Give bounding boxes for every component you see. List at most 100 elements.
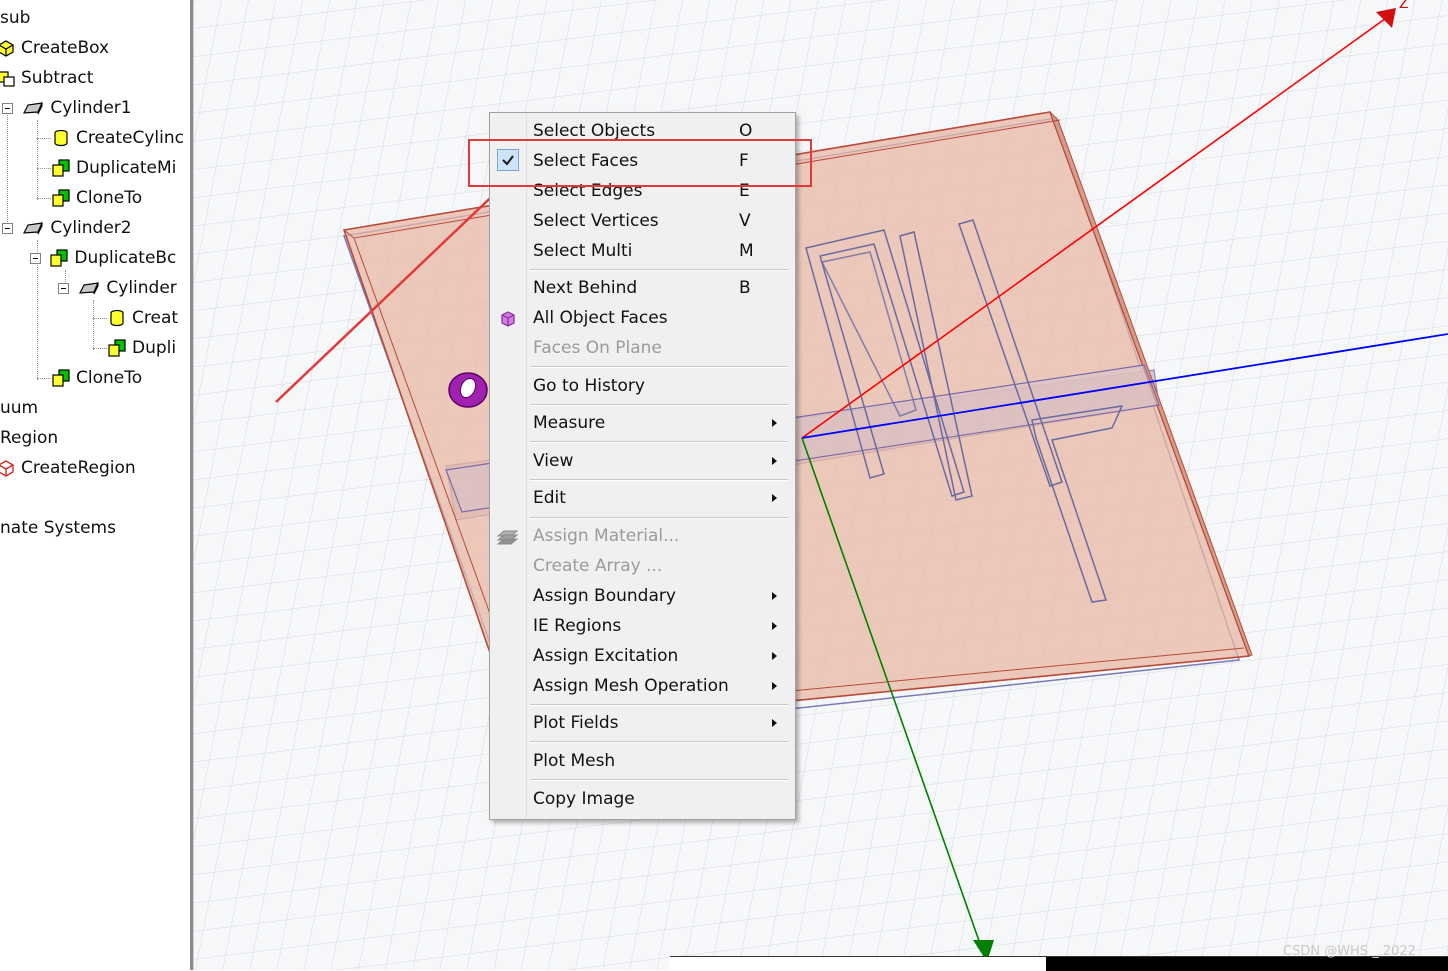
tree-item-label: Cylinder1 bbox=[50, 98, 132, 118]
menu-item-assign-material[interactable]: Assign Material... bbox=[490, 521, 795, 551]
tree-item-label: Creat bbox=[132, 308, 179, 328]
collapse-toggle-icon[interactable] bbox=[2, 222, 13, 234]
tree-item-label: CreateCylinc bbox=[76, 128, 184, 148]
create-box-icon bbox=[0, 40, 14, 57]
tree-item-label: nate Systems bbox=[0, 518, 116, 538]
tree-item-cylinder2[interactable]: Cylinder2 bbox=[0, 213, 132, 243]
menu-item-label: Measure bbox=[533, 413, 606, 433]
duplicate-icon bbox=[50, 249, 69, 267]
submenu-arrow-icon bbox=[772, 457, 777, 465]
tree-item-label: Region bbox=[0, 428, 59, 448]
project-tree-panel: sub CreateBox Subtract Cylinder1 CreateC… bbox=[0, 0, 190, 970]
tree-item-label: CloneTo bbox=[76, 188, 143, 208]
tree-item-duplicate-nested[interactable]: Dupli bbox=[108, 333, 176, 363]
create-cylinder-icon bbox=[54, 129, 68, 147]
tree-item-cloneto[interactable]: CloneTo bbox=[52, 183, 142, 213]
create-region-icon bbox=[0, 460, 14, 477]
tree-item-sub[interactable]: sub bbox=[0, 3, 30, 33]
menu-item-plot-mesh[interactable]: Plot Mesh bbox=[490, 746, 795, 776]
menu-item-label: Edit bbox=[533, 488, 566, 508]
tree-item-create-nested[interactable]: Creat bbox=[108, 303, 178, 333]
menu-item-select-multi[interactable]: Select Multi M bbox=[490, 236, 795, 266]
collapse-toggle-icon[interactable] bbox=[58, 282, 69, 294]
tree-item-label: Subtract bbox=[21, 68, 94, 88]
tree-item-createbox[interactable]: CreateBox bbox=[0, 33, 109, 63]
menu-item-select-vertices[interactable]: Select Vertices V bbox=[490, 206, 795, 236]
tree-item-cylinder-nested[interactable]: Cylinder bbox=[58, 273, 177, 303]
tree-item-region[interactable]: Region bbox=[0, 423, 58, 453]
modeler-3d-viewport[interactable]: Z bbox=[194, 0, 1448, 970]
menu-item-view[interactable]: View bbox=[490, 446, 795, 476]
tree-item-createregion[interactable]: CreateRegion bbox=[0, 453, 136, 483]
viewport-canvas: Z bbox=[194, 0, 1448, 970]
port-cylinder[interactable] bbox=[448, 372, 488, 408]
tree-item-subtract[interactable]: Subtract bbox=[0, 63, 93, 93]
create-cylinder-icon bbox=[110, 309, 124, 327]
tree-item-vacuum[interactable]: uum bbox=[0, 393, 38, 423]
menu-item-assign-boundary[interactable]: Assign Boundary bbox=[490, 581, 795, 611]
tree-item-duplicatebody[interactable]: DuplicateBc bbox=[30, 243, 176, 273]
menu-item-faces-on-plane[interactable]: Faces On Plane bbox=[490, 333, 795, 363]
tree-item-cylinder1[interactable]: Cylinder1 bbox=[0, 93, 132, 123]
menu-separator bbox=[530, 441, 788, 443]
material-icon bbox=[496, 530, 518, 545]
clone-icon bbox=[52, 189, 70, 207]
menu-separator bbox=[530, 517, 788, 519]
tree-item-label: sub bbox=[0, 8, 31, 28]
tree-item-label: CreateBox bbox=[21, 38, 110, 58]
menu-item-measure[interactable]: Measure bbox=[490, 408, 795, 438]
menu-item-label: Assign Material... bbox=[533, 526, 680, 546]
menu-item-assign-mesh-operation[interactable]: Assign Mesh Operation bbox=[490, 671, 795, 701]
duplicate-icon bbox=[108, 339, 126, 357]
menu-separator bbox=[530, 741, 788, 743]
subtract-icon bbox=[0, 71, 15, 87]
tree-item-label: CreateRegion bbox=[21, 458, 136, 478]
submenu-arrow-icon bbox=[772, 622, 777, 630]
menu-item-label: Plot Mesh bbox=[533, 751, 616, 771]
tree-item-label: DuplicateMi bbox=[76, 158, 177, 178]
solid-object-icon bbox=[79, 282, 100, 295]
axis-label-z: Z bbox=[1399, 0, 1409, 12]
menu-item-label: Go to History bbox=[533, 376, 645, 396]
menu-item-ie-regions[interactable]: IE Regions bbox=[490, 611, 795, 641]
cube-icon bbox=[501, 311, 515, 327]
menu-item-label: Create Array ... bbox=[533, 556, 663, 576]
menu-separator bbox=[530, 404, 788, 406]
tree-item-label: Dupli bbox=[132, 338, 177, 358]
menu-item-label: Copy Image bbox=[533, 789, 635, 809]
tree-item-createcylinder[interactable]: CreateCylinc bbox=[52, 123, 184, 153]
menu-item-label: Assign Boundary bbox=[533, 586, 676, 606]
menu-item-copy-image[interactable]: Copy Image bbox=[490, 784, 795, 814]
menu-item-label: View bbox=[533, 451, 574, 471]
collapse-toggle-icon[interactable] bbox=[30, 252, 41, 264]
menu-item-shortcut: V bbox=[739, 211, 751, 231]
menu-separator bbox=[530, 479, 788, 481]
menu-item-label: Next Behind bbox=[533, 278, 638, 298]
menu-item-label: Select Multi bbox=[533, 241, 633, 261]
bottom-status-black-block bbox=[1046, 957, 1448, 971]
tree-item-label: Cylinder2 bbox=[50, 218, 132, 238]
tree-item-label: DuplicateBc bbox=[74, 248, 177, 268]
menu-separator bbox=[530, 704, 788, 706]
menu-separator bbox=[530, 269, 788, 271]
menu-item-assign-excitation[interactable]: Assign Excitation bbox=[490, 641, 795, 671]
duplicate-icon bbox=[52, 159, 70, 177]
collapse-toggle-icon[interactable] bbox=[2, 102, 13, 114]
menu-item-go-to-history[interactable]: Go to History bbox=[490, 371, 795, 401]
tree-item-cloneto-2[interactable]: CloneTo bbox=[52, 363, 142, 393]
context-menu: Select Objects O Select Faces F Select E… bbox=[489, 112, 796, 820]
tree-item-coordinate-systems[interactable]: nate Systems bbox=[0, 513, 116, 543]
menu-item-create-array[interactable]: Create Array ... bbox=[490, 551, 795, 581]
submenu-arrow-icon bbox=[772, 419, 777, 427]
menu-item-label: Assign Mesh Operation bbox=[533, 676, 729, 696]
menu-item-edit[interactable]: Edit bbox=[490, 483, 795, 513]
submenu-arrow-icon bbox=[772, 719, 777, 727]
menu-item-label: Faces On Plane bbox=[533, 338, 662, 358]
menu-item-next-behind[interactable]: Next Behind B bbox=[490, 273, 795, 303]
menu-item-plot-fields[interactable]: Plot Fields bbox=[490, 708, 795, 738]
menu-separator bbox=[530, 366, 788, 368]
solid-object-icon bbox=[23, 222, 44, 235]
menu-item-label: All Object Faces bbox=[533, 308, 668, 328]
menu-item-all-object-faces[interactable]: All Object Faces bbox=[490, 303, 795, 333]
tree-item-duplicatemirror[interactable]: DuplicateMi bbox=[52, 153, 176, 183]
